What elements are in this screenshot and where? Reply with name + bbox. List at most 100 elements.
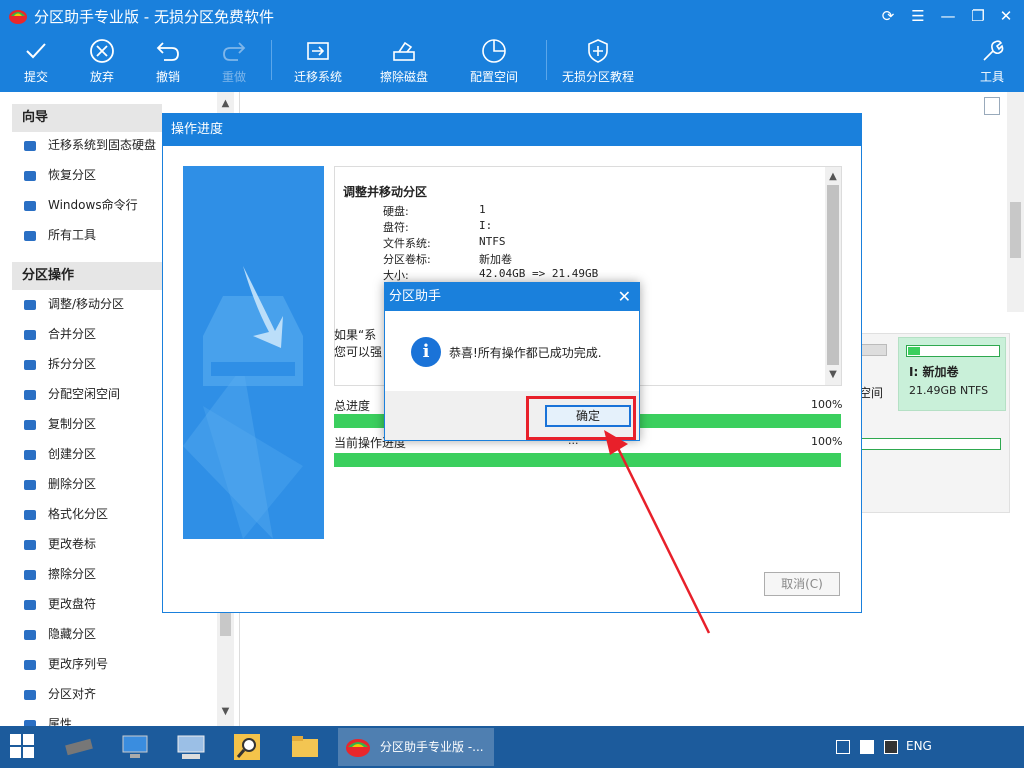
partition-size: 21.49GB NTFS xyxy=(909,384,989,397)
redo-button[interactable]: 重做 xyxy=(212,32,256,92)
remote-desktop-icon[interactable] xyxy=(174,730,208,764)
sidebar-item[interactable]: 隐藏分区 xyxy=(22,624,96,644)
undo-icon xyxy=(156,42,179,61)
sidebar-item[interactable]: Windows命令行 xyxy=(22,195,138,215)
sidebar-item[interactable]: 调整/移动分区 xyxy=(22,294,124,314)
windows-start-icon[interactable] xyxy=(8,732,36,760)
tools-button[interactable]: 工具 xyxy=(972,32,1012,92)
sidebar-item[interactable]: 属性 xyxy=(22,714,72,726)
cancel-circle-icon xyxy=(90,39,114,63)
taskbar-app-label: 分区助手专业版 -... xyxy=(380,740,484,754)
allocate-space-button[interactable]: 配置空间 xyxy=(464,32,524,92)
log-key: 盘符: xyxy=(383,221,409,234)
scrollbar-thumb[interactable] xyxy=(1010,202,1021,258)
input-language[interactable]: ENG xyxy=(906,739,932,753)
wrench-icon xyxy=(983,40,1004,61)
format-icon xyxy=(22,507,38,523)
sidebar-item[interactable]: 删除分区 xyxy=(22,474,96,494)
sidebar-item-label: 恢复分区 xyxy=(48,168,97,182)
highlight-box xyxy=(526,396,636,440)
total-progress-percent: 100% xyxy=(811,398,843,411)
close-icon[interactable]: ✕ xyxy=(995,6,1017,26)
sidebar-item[interactable]: 合并分区 xyxy=(22,324,96,344)
view-toggle-icon[interactable] xyxy=(984,97,1000,115)
sidebar-item[interactable]: 恢复分区 xyxy=(22,165,96,185)
scroll-up-icon[interactable]: ▲ xyxy=(825,169,841,185)
computer-network-icon[interactable] xyxy=(118,730,152,764)
log-key: 大小: xyxy=(383,269,409,282)
serial-icon xyxy=(22,657,38,673)
file-explorer-icon[interactable] xyxy=(288,730,322,764)
log-note-line: 您可以强 xyxy=(334,345,383,359)
sidebar-item[interactable]: 分配空闲空间 xyxy=(22,384,120,404)
sidebar-item[interactable]: 更改盘符 xyxy=(22,594,96,614)
commit-button[interactable]: 提交 xyxy=(14,32,58,92)
search-magnifier-icon[interactable] xyxy=(230,730,264,764)
eraser-disk-icon xyxy=(393,41,415,61)
refresh-icon[interactable]: ⟳ xyxy=(877,6,899,26)
log-note-line: 如果“系 xyxy=(334,328,377,342)
scroll-down-icon[interactable]: ▼ xyxy=(217,704,234,720)
scroll-up-icon[interactable]: ▲ xyxy=(217,96,234,112)
partition-card-i[interactable]: I: 新加卷 21.49GB NTFS xyxy=(898,337,1006,411)
log-scrollbar[interactable]: ▲ ▼ xyxy=(825,167,841,385)
sidebar-item[interactable]: 创建分区 xyxy=(22,444,96,464)
sidebar-item[interactable]: 擦除分区 xyxy=(22,564,96,584)
log-key: 分区卷标: xyxy=(383,253,431,266)
sidebar-item[interactable]: 复制分区 xyxy=(22,414,96,434)
wipe-disk-button[interactable]: 擦除磁盘 xyxy=(374,32,434,92)
toolbar-divider xyxy=(271,40,272,80)
close-icon[interactable]: ✕ xyxy=(618,283,631,311)
undo-button[interactable]: 撤销 xyxy=(146,32,190,92)
app-header: 分区助手专业版 - 无损分区免费软件 ⟳ ☰ — ❐ ✕ 提交 放弃 撤销 重做… xyxy=(0,0,1024,92)
app-logo-icon xyxy=(346,739,370,757)
sidebar-item[interactable]: 更改卷标 xyxy=(22,534,96,554)
delete-icon xyxy=(22,477,38,493)
sidebar-item[interactable]: 分区对齐 xyxy=(22,684,96,704)
scroll-down-icon[interactable]: ▼ xyxy=(825,367,841,383)
minimize-icon[interactable]: — xyxy=(937,6,959,26)
tutorial-button[interactable]: 无损分区教程 xyxy=(558,32,638,92)
sidebar-item[interactable]: 更改序列号 xyxy=(22,654,108,674)
sidebar-item-label: 合并分区 xyxy=(48,327,97,341)
hardware-chip-icon[interactable] xyxy=(62,730,96,764)
check-icon xyxy=(26,43,46,59)
title-bar: 分区助手专业版 - 无损分区免费软件 ⟳ ☰ — ❐ ✕ xyxy=(0,0,1024,32)
sidebar-item-label: 创建分区 xyxy=(48,447,97,461)
log-key: 文件系统: xyxy=(383,237,431,250)
info-icon: i xyxy=(411,337,441,367)
allocate-icon xyxy=(22,387,38,403)
merge-icon xyxy=(22,327,38,343)
taskbar-app-partition-assistant[interactable]: 分区助手专业版 -... xyxy=(338,728,494,766)
windows-icon xyxy=(22,198,38,214)
sidebar-item-label: 迁移系统到固态硬盘 xyxy=(48,138,157,152)
properties-icon xyxy=(22,717,38,726)
sidebar-item-label: 属性 xyxy=(48,717,73,726)
hide-icon xyxy=(22,627,38,643)
message-text: 恭喜!所有操作都已成功完成. xyxy=(449,346,602,360)
sidebar-item[interactable]: 迁移系统到固态硬盘 xyxy=(22,135,156,155)
sidebar-item[interactable]: 所有工具 xyxy=(22,225,96,245)
cancel-button[interactable]: 取消(C) xyxy=(764,572,840,596)
restore-icon[interactable]: ❐ xyxy=(967,6,989,26)
main-scrollbar[interactable] xyxy=(1007,92,1024,312)
display-icon[interactable] xyxy=(884,740,898,754)
pie-icon xyxy=(482,39,506,63)
migrate-os-button[interactable]: 迁移系统 xyxy=(288,32,348,92)
menu-icon[interactable]: ☰ xyxy=(907,6,929,26)
discard-button[interactable]: 放弃 xyxy=(80,32,124,92)
sidebar-item[interactable]: 格式化分区 xyxy=(22,504,108,524)
sidebar-item-label: 复制分区 xyxy=(48,417,97,431)
sidebar-item-label: 删除分区 xyxy=(48,477,97,491)
log-heading: 调整并移动分区 xyxy=(343,185,428,199)
scrollbar-thumb[interactable] xyxy=(827,185,839,365)
redo-icon xyxy=(223,42,246,61)
current-progress-bar xyxy=(334,453,841,467)
message-box-title-bar: 分区助手 ✕ xyxy=(385,283,639,311)
sidebar-item[interactable]: 拆分分区 xyxy=(22,354,96,374)
scrollbar-thumb[interactable] xyxy=(220,612,231,636)
notification-icon[interactable] xyxy=(860,740,874,754)
log-value: I: xyxy=(479,219,493,232)
total-progress-label: 总进度 xyxy=(334,399,371,413)
network-icon[interactable] xyxy=(836,740,850,754)
